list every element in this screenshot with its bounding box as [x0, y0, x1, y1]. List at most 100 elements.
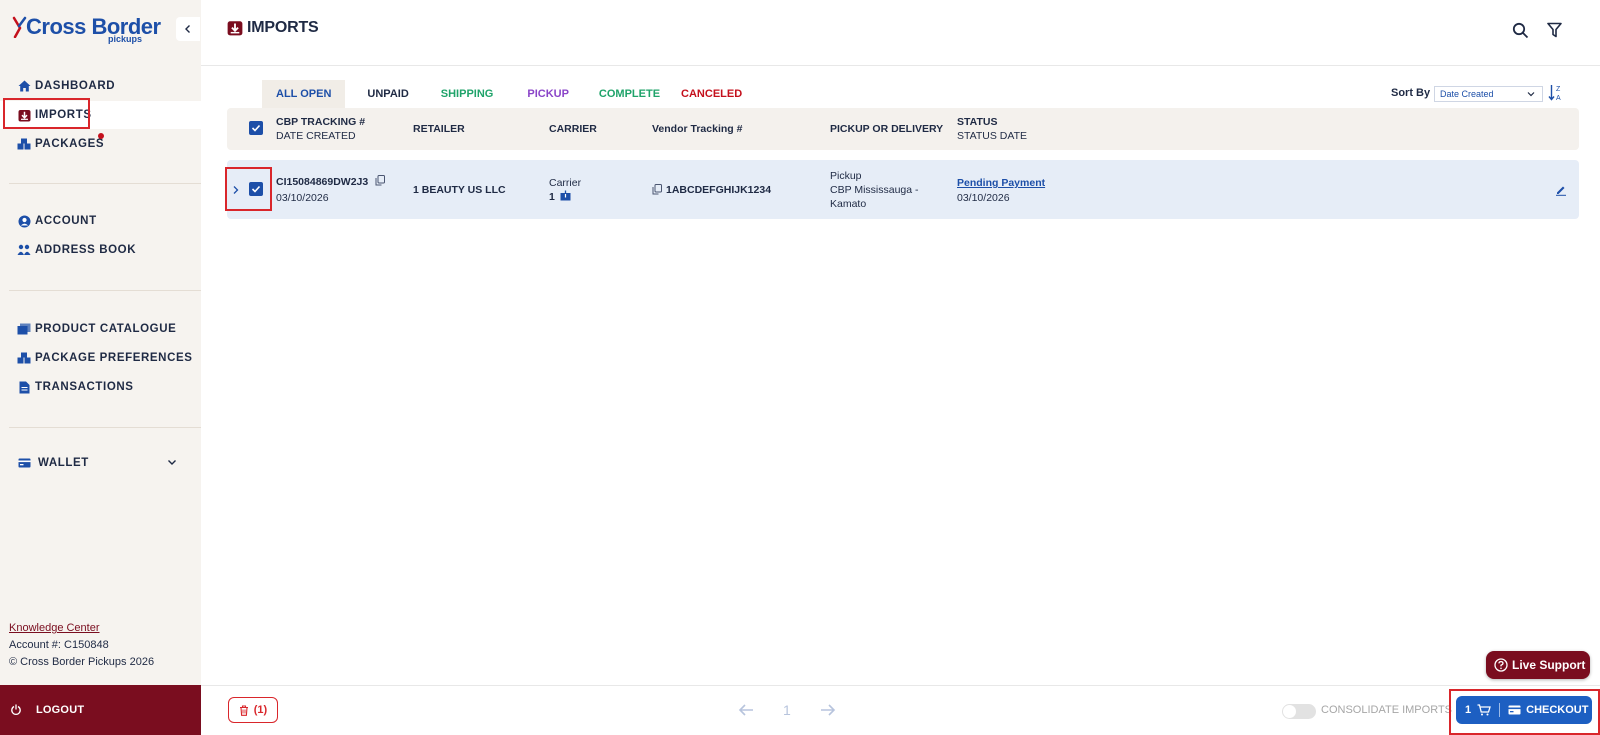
copy-icon[interactable]	[375, 175, 385, 186]
carrier: Carrier	[549, 177, 582, 189]
column-header-pickup-delivery[interactable]: PICKUP OR DELIVERY	[830, 122, 943, 136]
sidebar-item-label: PACKAGES	[35, 138, 105, 150]
consolidate-imports-label: CONSOLIDATE IMPORTS	[1321, 704, 1453, 716]
date-created: 03/10/2026	[276, 192, 329, 204]
tab-shipping[interactable]: SHIPPING	[441, 80, 494, 108]
status-link[interactable]: Pending Payment	[957, 176, 1045, 190]
sidebar-item-account[interactable]: ACCOUNT	[0, 207, 201, 235]
arrow-left-icon[interactable]	[738, 704, 754, 716]
sort-by-select[interactable]: Date Created	[1434, 86, 1543, 102]
column-header-status[interactable]: STATUS STATUS DATE	[957, 115, 1027, 143]
pickup-location-line-2: Kamato	[830, 198, 867, 210]
chevron-right-icon[interactable]	[232, 185, 240, 195]
checkout-separator	[1499, 703, 1501, 717]
sidebar: Cross Border pickups DASHBOARD IMPORTS P…	[0, 0, 201, 735]
user-icon	[17, 214, 31, 228]
column-header-vendor-tracking[interactable]: Vendor Tracking #	[652, 122, 742, 136]
column-header-tracking[interactable]: CBP TRACKING # DATE CREATED	[276, 115, 365, 143]
tab-unpaid[interactable]: UNPAID	[367, 80, 408, 108]
filter-button[interactable]	[1543, 19, 1565, 41]
select-all-checkbox[interactable]	[249, 121, 263, 135]
column-header-carrier[interactable]: CARRIER	[549, 122, 597, 136]
logo[interactable]: Cross Border pickups	[12, 14, 161, 46]
column-header-status-label: STATUS	[957, 116, 998, 128]
help-icon	[1494, 658, 1508, 672]
sidebar-item-label: WALLET	[38, 457, 89, 469]
knowledge-center-link[interactable]: Knowledge Center	[9, 622, 100, 634]
column-header-retailer[interactable]: RETAILER	[413, 122, 465, 136]
sidebar-item-label: PRODUCT CATALOGUE	[35, 323, 177, 335]
tab-all-open[interactable]: ALL OPEN	[262, 80, 346, 108]
sidebar-item-label: TRANSACTIONS	[35, 381, 134, 393]
packages-icon	[17, 137, 31, 151]
sidebar-item-address-book[interactable]: ADDRESS BOOK	[0, 236, 201, 264]
chevron-left-icon	[185, 25, 190, 33]
catalogue-icon	[17, 322, 31, 336]
sidebar-item-product-catalogue[interactable]: PRODUCT CATALOGUE	[0, 315, 201, 343]
search-icon	[1512, 22, 1528, 38]
cart-icon	[1477, 704, 1491, 716]
delete-selected-count: (1)	[253, 704, 268, 716]
credit-card-icon	[1508, 705, 1521, 715]
home-icon	[17, 79, 31, 93]
table-row[interactable]: CI15084869DW2J3 03/10/2026 1 BEAUTY US L…	[227, 160, 1579, 219]
tab-canceled[interactable]: CANCELED	[681, 80, 742, 108]
sidebar-item-label: ACCOUNT	[35, 215, 97, 227]
tab-complete[interactable]: COMPLETE	[599, 80, 660, 108]
filter-icon	[1546, 22, 1562, 38]
sort-by-label: Sort By	[1391, 87, 1431, 99]
vendor-tracking-number: 1ABCDEFGHIJK1234	[666, 184, 772, 196]
row-checkbox[interactable]	[249, 182, 263, 196]
svg-text:Z: Z	[1556, 86, 1561, 93]
pickup-type: Pickup	[830, 170, 862, 182]
checkout-label: CHECKOUT	[1526, 704, 1589, 716]
column-header-status-date: STATUS DATE	[957, 130, 1028, 142]
edit-icon[interactable]	[1555, 184, 1567, 196]
copyright-text: © Cross Border Pickups 2026	[9, 656, 155, 668]
logout-button[interactable]: LOGOUT	[0, 685, 201, 735]
table-header: CBP TRACKING # DATE CREATED RETAILER CAR…	[227, 108, 1579, 150]
sidebar-item-transactions[interactable]: TRANSACTIONS	[0, 373, 201, 401]
sidebar-item-package-preferences[interactable]: PACKAGE PREFERENCES	[0, 344, 201, 372]
page-title: IMPORTS	[227, 19, 319, 37]
sidebar-item-label: IMPORTS	[35, 109, 92, 121]
status-date: 03/10/2026	[957, 192, 1010, 204]
sort-direction-icon[interactable]: Z A	[1548, 84, 1564, 102]
package-icon	[560, 190, 571, 201]
chevron-down-icon[interactable]	[166, 456, 178, 468]
sidebar-divider	[9, 290, 201, 291]
chevron-down-icon	[1527, 92, 1535, 97]
live-support-label: Live Support	[1512, 658, 1586, 672]
sort-by-value: Date Created	[1440, 89, 1494, 99]
live-support-button[interactable]: Live Support	[1486, 651, 1590, 679]
tab-pickup[interactable]: PICKUP	[527, 80, 569, 108]
checkout-button[interactable]: 1 CHECKOUT	[1456, 696, 1592, 724]
check-icon	[251, 185, 261, 193]
check-icon	[251, 124, 261, 132]
trash-icon	[239, 704, 248, 716]
account-number: Account #: C150848	[9, 639, 109, 651]
svg-text:A: A	[1556, 95, 1561, 102]
app-root: Cross Border pickups DASHBOARD IMPORTS P…	[0, 0, 1600, 735]
sidebar-item-dashboard[interactable]: DASHBOARD	[0, 72, 201, 100]
wallet-icon	[17, 456, 31, 470]
pickup-location-line-1: CBP Mississauga -	[830, 184, 919, 196]
address-book-icon	[17, 243, 31, 257]
sidebar-divider	[9, 427, 201, 428]
delete-selected-button[interactable]: (1)	[228, 697, 278, 723]
sidebar-item-imports[interactable]: IMPORTS	[0, 101, 201, 129]
logout-icon	[11, 704, 21, 716]
copy-icon[interactable]	[652, 184, 662, 195]
arrow-right-icon[interactable]	[820, 704, 836, 716]
consolidate-imports-toggle[interactable]	[1282, 704, 1316, 719]
retailer: 1 BEAUTY US LLC	[413, 184, 506, 196]
logo-subtext: pickups	[108, 34, 143, 44]
tracking-number[interactable]: CI15084869DW2J3	[276, 175, 368, 189]
column-header-tracking-label: CBP TRACKING #	[276, 116, 366, 128]
search-button[interactable]	[1509, 19, 1531, 41]
imports-icon	[17, 108, 31, 122]
column-header-date-created: DATE CREATED	[276, 130, 356, 142]
page-title-text: IMPORTS	[247, 19, 319, 36]
status-tabs: ALL OPEN UNPAID SHIPPING PICKUP COMPLETE…	[262, 80, 742, 108]
collapse-sidebar-button[interactable]	[176, 17, 200, 41]
